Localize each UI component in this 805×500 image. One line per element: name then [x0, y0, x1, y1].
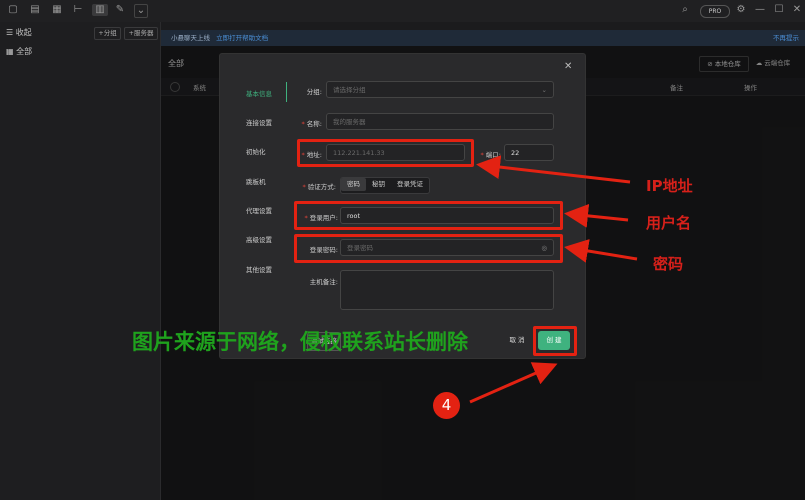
- arrow-password: [564, 239, 638, 263]
- arrow-create: [469, 362, 558, 404]
- annotation-user-label: 用户名: [646, 214, 692, 232]
- arrow-user: [564, 203, 629, 228]
- annotation-ip-label: IP地址: [646, 177, 693, 195]
- annotation-arrows: [469, 155, 638, 404]
- watermark-text: 图片来源于网络，侵权联系站长删除: [132, 330, 468, 354]
- step-number-badge: 4: [433, 392, 460, 419]
- annotation-password-label: 密码: [653, 255, 684, 273]
- arrow-ip: [476, 155, 631, 184]
